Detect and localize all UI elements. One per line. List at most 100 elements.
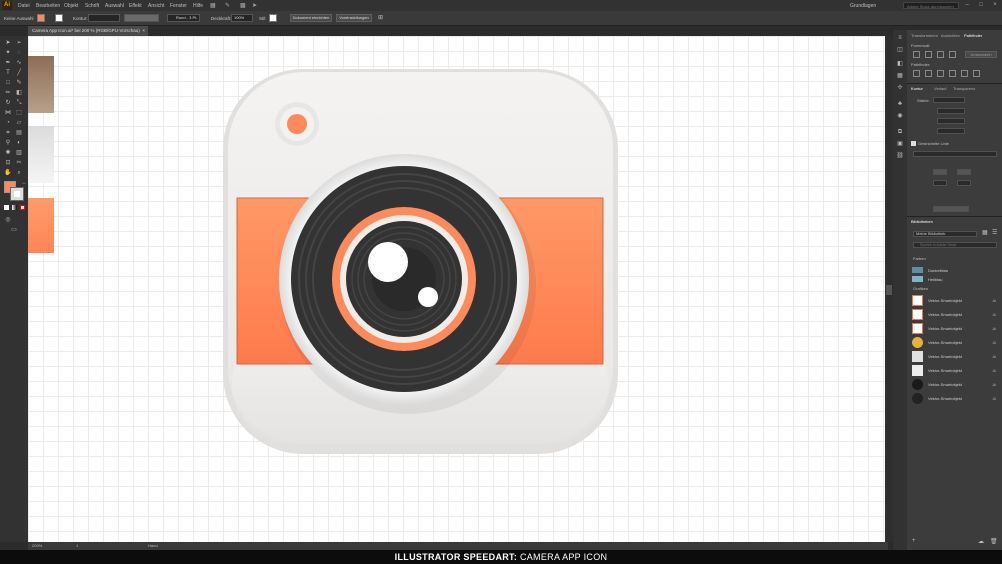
appearance-icon[interactable]: ◉ — [896, 112, 904, 120]
minimize-icon[interactable]: – — [962, 1, 972, 10]
workspace-switcher[interactable]: Grundlagen — [850, 3, 876, 9]
mesh-tool-icon[interactable]: ⌗ — [4, 129, 12, 137]
stroke-corner-row[interactable] — [937, 118, 965, 124]
color-icon[interactable]: ◧ — [896, 60, 904, 68]
stroke-align-row[interactable] — [937, 128, 965, 134]
stroke-swatch[interactable] — [55, 14, 63, 22]
tab-align[interactable]: Ausrichten — [941, 33, 960, 38]
arrow-scale-end[interactable] — [957, 180, 971, 186]
tab-stroke[interactable]: Kontur — [911, 86, 923, 91]
width-tool-icon[interactable]: ⋈ — [4, 109, 12, 117]
library-graphic-item[interactable]: Vektor-Smartobjekt Ai — [912, 336, 998, 349]
lasso-icon[interactable]: ◌ — [15, 49, 23, 57]
list-view-icon[interactable]: ☰ — [992, 229, 997, 236]
library-graphic-item[interactable]: Vektor-Smartobjekt Ai — [912, 322, 998, 335]
dashed-checkbox[interactable] — [911, 141, 916, 146]
paintbrush-icon[interactable]: ✎ — [15, 79, 23, 87]
preferences-button[interactable]: Voreinstellungen — [336, 14, 372, 22]
opacity-field[interactable]: 100% — [231, 14, 253, 22]
stroke-cap-row[interactable] — [937, 108, 965, 114]
artboards-icon[interactable]: ▣ — [896, 140, 904, 148]
merge-icon[interactable] — [937, 70, 944, 77]
menu-object[interactable]: Objekt — [64, 3, 78, 9]
eyedropper-icon[interactable]: ⚲ — [4, 139, 12, 147]
zoom-tool-icon[interactable]: ⌕ — [15, 169, 23, 177]
profile-select[interactable] — [933, 206, 969, 212]
swatches-icon[interactable]: ▦ — [896, 72, 904, 80]
variable-width-field[interactable] — [124, 14, 159, 22]
type-tool-icon[interactable]: T — [4, 69, 12, 77]
selection-tool-icon[interactable]: ➤ — [4, 39, 12, 47]
draw-mode-icon[interactable]: ◎ — [4, 216, 12, 224]
library-select[interactable]: Meine Bibliothek — [913, 231, 977, 237]
arrow-scale-start[interactable] — [933, 180, 947, 186]
library-search-input[interactable]: Suchen in Adobe Stock — [913, 242, 997, 248]
brush-icon[interactable]: ✎ — [225, 2, 230, 9]
graphics-section-label[interactable]: Grafiken — [913, 286, 928, 291]
dash-gap-fields[interactable] — [913, 151, 997, 157]
colors-section-label[interactable]: Farben — [913, 256, 926, 261]
library-graphic-item[interactable]: Vektor-Smartobjekt Ai — [912, 364, 998, 377]
libraries-icon[interactable]: ◫ — [896, 46, 904, 54]
stock-search-input[interactable]: Adobe Stock durchsuchen — [903, 2, 959, 9]
maximize-icon[interactable]: □ — [976, 1, 986, 10]
trim-icon[interactable] — [925, 70, 932, 77]
divide-icon[interactable] — [913, 70, 920, 77]
minus-back-icon[interactable] — [973, 70, 980, 77]
grid-view-icon[interactable]: ▦ — [982, 229, 988, 236]
screen-mode-icon[interactable]: ▭ — [10, 226, 18, 234]
intersect-icon[interactable] — [937, 51, 944, 58]
exclude-icon[interactable] — [949, 51, 956, 58]
artboard-number[interactable]: 1 — [76, 543, 78, 548]
zoom-level[interactable]: 200% — [32, 543, 42, 548]
menu-view[interactable]: Ansicht — [148, 3, 164, 9]
color-mode-icon[interactable] — [4, 205, 9, 210]
curvature-tool-icon[interactable]: ∿ — [15, 59, 23, 67]
library-graphic-item[interactable]: Vektor-Smartobjekt Ai — [912, 350, 998, 363]
library-color-item[interactable]: Hellblau — [912, 273, 998, 286]
eraser-icon[interactable]: ◧ — [15, 89, 23, 97]
free-transform-icon[interactable]: ⬚ — [15, 109, 23, 117]
symbol-sprayer-icon[interactable]: ✺ — [4, 149, 12, 157]
document-tab[interactable]: Camera App Icon.ai* bei 200 % (RGB/GPU-V… — [28, 26, 148, 36]
unite-icon[interactable] — [913, 51, 920, 58]
close-tab-icon[interactable]: × — [142, 26, 145, 36]
perspective-grid-icon[interactable]: ▱ — [15, 119, 23, 127]
brushes-icon[interactable]: ✢ — [896, 84, 904, 92]
library-graphic-item[interactable]: Vektor-Smartobjekt Ai — [912, 378, 998, 391]
swap-colors-icon[interactable]: ↔ — [20, 179, 28, 187]
rotate-tool-icon[interactable]: ↻ — [4, 99, 12, 107]
menu-file[interactable]: Datei — [18, 3, 30, 9]
camera-app-icon[interactable] — [218, 64, 628, 464]
none-mode-icon[interactable] — [20, 205, 25, 210]
outline-icon[interactable] — [961, 70, 968, 77]
artboard-canvas[interactable] — [28, 36, 885, 542]
menu-edit[interactable]: Bearbeiten — [36, 3, 60, 9]
library-graphic-item[interactable]: Vektor-Smartobjekt Ai — [912, 392, 998, 405]
menu-effect[interactable]: Effekt — [129, 3, 142, 9]
arrange-docs-icon[interactable]: ⊞ — [378, 14, 383, 21]
delete-icon[interactable]: 🗑 — [990, 538, 998, 545]
style-swatch[interactable] — [269, 14, 277, 22]
gradient-tool-icon[interactable]: ▤ — [15, 129, 23, 137]
links-icon[interactable]: ⛓ — [896, 152, 904, 160]
menu-window[interactable]: Fenster — [170, 3, 187, 9]
properties-icon[interactable]: ≡ — [896, 34, 904, 42]
arrowhead-end[interactable] — [957, 169, 971, 175]
library-graphic-item[interactable]: Vektor-Smartobjekt Ai — [912, 294, 998, 307]
tab-gradient[interactable]: Verlauf — [934, 86, 946, 91]
brush-select[interactable]: Rund - 3 Pt. — [167, 14, 200, 22]
tab-transparency[interactable]: Transparenz — [953, 86, 975, 91]
add-content-icon[interactable]: + — [912, 538, 916, 544]
cloud-icon[interactable]: ☁ — [978, 538, 984, 545]
arrange-icon[interactable]: ▦ — [210, 2, 216, 9]
pen-tool-icon[interactable]: ✒ — [4, 59, 12, 67]
fill-swatch[interactable] — [37, 14, 45, 22]
grid-icon[interactable]: ▩ — [240, 2, 246, 9]
close-window-icon[interactable]: × — [990, 1, 1000, 10]
menu-type[interactable]: Schrift — [85, 3, 99, 9]
crop-icon[interactable] — [949, 70, 956, 77]
send-icon[interactable]: ➤ — [252, 2, 257, 9]
magic-wand-icon[interactable]: ✦ — [4, 49, 12, 57]
shape-builder-icon[interactable]: ◔ — [4, 119, 12, 127]
